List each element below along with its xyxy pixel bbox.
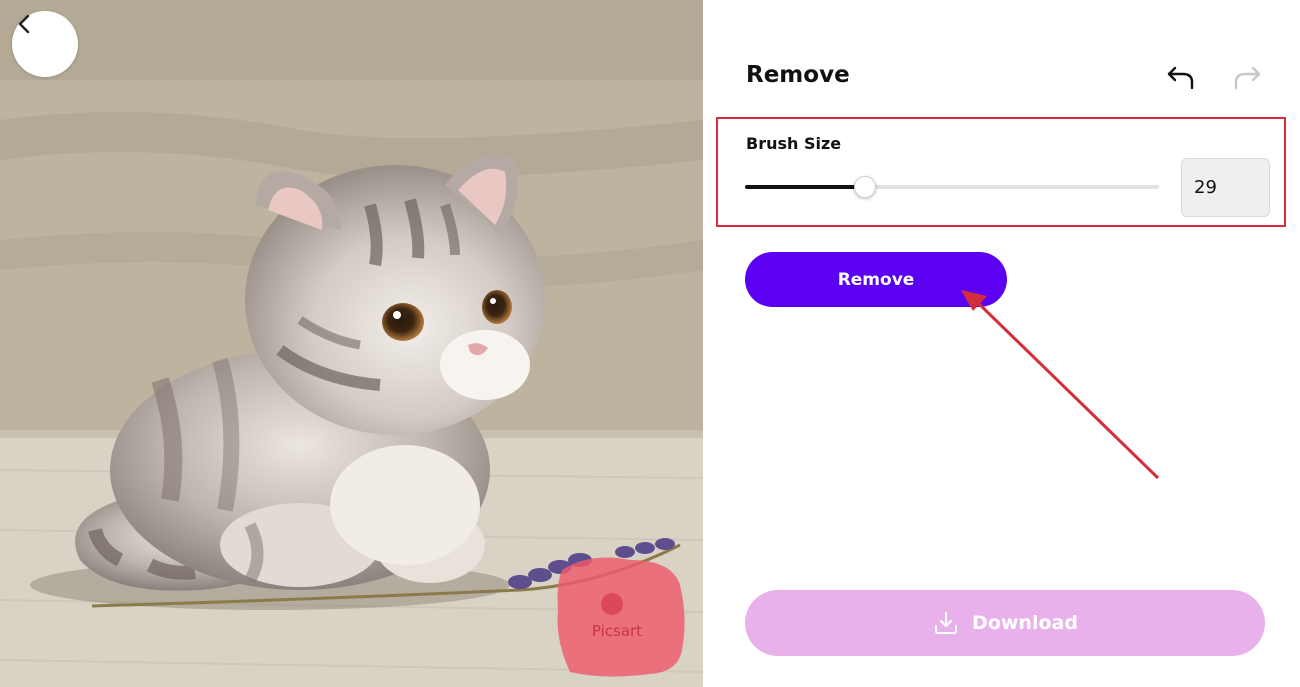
download-icon xyxy=(935,612,958,634)
tool-panel: Remove Brush Size Remove Download xyxy=(703,0,1300,687)
brush-size-slider[interactable] xyxy=(745,174,1159,200)
image-canvas[interactable]: Picsart xyxy=(0,0,703,687)
chevron-left-icon xyxy=(18,14,30,34)
slider-thumb[interactable] xyxy=(854,176,876,198)
annotation-arrow xyxy=(961,290,1160,480)
back-button[interactable] xyxy=(12,11,78,77)
brush-size-input[interactable] xyxy=(1181,158,1270,217)
redo-button[interactable] xyxy=(1229,60,1265,96)
remove-button[interactable]: Remove xyxy=(745,252,1007,307)
panel-title: Remove xyxy=(746,62,850,88)
undo-button[interactable] xyxy=(1163,60,1199,96)
redo-icon xyxy=(1234,66,1261,90)
download-button[interactable]: Download xyxy=(745,590,1265,656)
brush-size-label: Brush Size xyxy=(746,134,842,153)
download-button-label: Download xyxy=(972,612,1078,634)
cat-photo: Picsart xyxy=(0,0,703,687)
undo-icon xyxy=(1167,66,1194,90)
slider-fill xyxy=(745,185,865,189)
watermark-text: Picsart xyxy=(592,622,642,640)
